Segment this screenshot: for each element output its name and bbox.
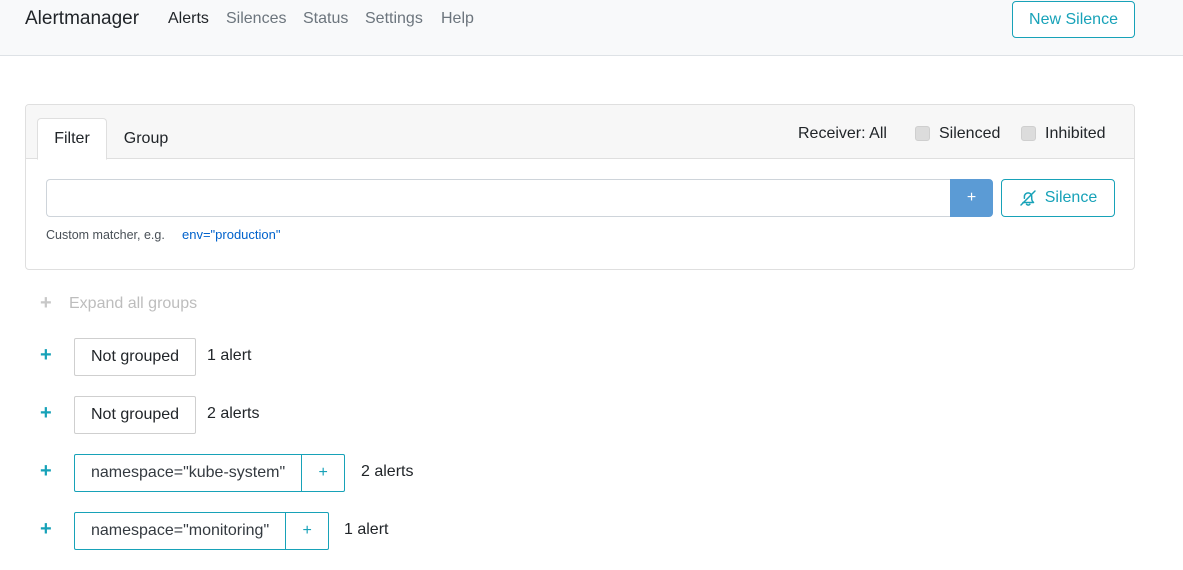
- tab-filter[interactable]: Filter: [37, 118, 107, 160]
- nav-help[interactable]: Help: [441, 10, 474, 28]
- alert-count: 2 alerts: [207, 405, 260, 422]
- expand-group-icon[interactable]: +: [40, 460, 52, 483]
- plus-icon: +: [40, 292, 52, 314]
- alert-count: 1 alert: [344, 521, 389, 538]
- nav-status[interactable]: Status: [303, 10, 348, 28]
- add-matcher-to-filter-button[interactable]: +: [301, 455, 344, 491]
- group-label: Not grouped: [74, 338, 197, 376]
- add-matcher-button[interactable]: +: [950, 179, 993, 217]
- brand-logo[interactable]: Alertmanager: [25, 8, 139, 30]
- nav-settings[interactable]: Settings: [365, 10, 423, 28]
- alert-group-row: + namespace="monitoring" + 1 alert: [40, 512, 640, 550]
- group-matcher-label[interactable]: namespace="kube-system": [75, 455, 301, 491]
- expand-group-icon[interactable]: +: [40, 402, 52, 425]
- alert-group-row: + Not grouped 1 alert: [40, 338, 640, 376]
- bell-slash-icon: [1020, 190, 1036, 206]
- group-matcher: namespace="monitoring" +: [74, 512, 330, 550]
- expand-all-label: Expand all groups: [69, 294, 198, 312]
- inhibited-checkbox[interactable]: [1021, 126, 1036, 141]
- matcher-example-link[interactable]: env="production": [182, 227, 281, 242]
- silence-button-label: Silence: [1044, 189, 1098, 206]
- filter-card: Filter Group Receiver: All Silenced Inhi…: [25, 104, 1135, 270]
- group-matcher-label[interactable]: namespace="monitoring": [75, 513, 285, 549]
- silenced-checkbox[interactable]: [915, 126, 930, 141]
- inhibited-label[interactable]: Inhibited: [1045, 125, 1106, 143]
- alert-group-row: + namespace="kube-system" + 2 alerts: [40, 454, 640, 492]
- nav-alerts[interactable]: Alerts: [168, 10, 209, 28]
- new-silence-button[interactable]: New Silence: [1012, 1, 1135, 38]
- add-matcher-to-filter-button[interactable]: +: [285, 513, 328, 549]
- group-matcher: namespace="kube-system" +: [74, 454, 346, 492]
- filter-card-header: Filter Group Receiver: All Silenced Inhi…: [26, 105, 1134, 160]
- matcher-hint: Custom matcher, e.g.: [46, 228, 165, 242]
- nav-silences[interactable]: Silences: [226, 10, 286, 28]
- tab-group[interactable]: Group: [114, 118, 178, 160]
- alert-group-row: + Not grouped 2 alerts: [40, 396, 640, 434]
- receiver-dropdown[interactable]: Receiver: All: [798, 125, 887, 143]
- alert-count: 1 alert: [207, 347, 252, 364]
- silenced-label[interactable]: Silenced: [939, 125, 1000, 143]
- expand-all-groups[interactable]: + Expand all groups: [40, 292, 197, 315]
- alert-count: 2 alerts: [361, 463, 414, 480]
- silence-button[interactable]: Silence: [1001, 179, 1115, 217]
- expand-group-icon[interactable]: +: [40, 344, 52, 367]
- expand-group-icon[interactable]: +: [40, 518, 52, 541]
- navbar: Alertmanager Alerts Silences Status Sett…: [0, 0, 1183, 56]
- matcher-input[interactable]: [46, 179, 951, 217]
- group-label: Not grouped: [74, 396, 197, 434]
